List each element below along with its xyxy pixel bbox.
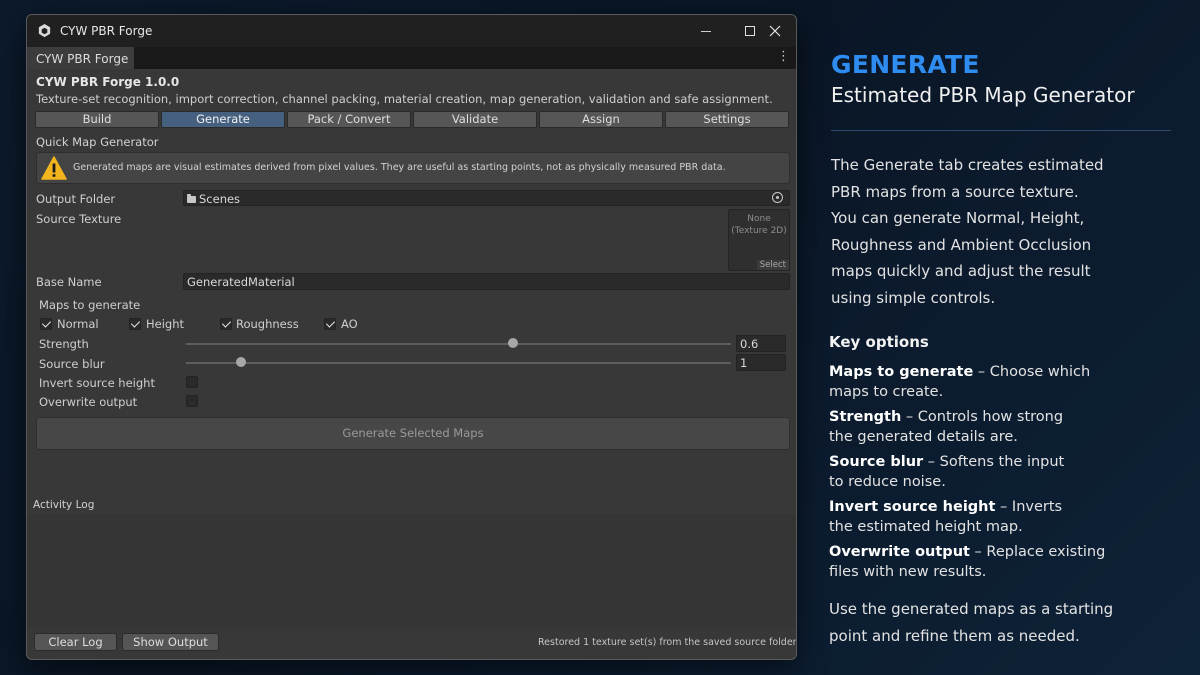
app-window: CYW PBR Forge CYW PBR Forge ⋮ CYW PBR Fo… xyxy=(26,14,797,660)
unity-logo-icon xyxy=(38,23,51,38)
option-desc-cont: maps to create. xyxy=(829,384,944,400)
option-name: Overwrite output xyxy=(829,544,970,560)
source-blur-slider[interactable] xyxy=(186,362,731,364)
source-texture-slot[interactable]: None (Texture 2D) Select xyxy=(728,209,790,271)
option-overwrite-output: Overwrite output – Replace existing file… xyxy=(829,542,1159,582)
overwrite-output-checkbox[interactable] xyxy=(186,395,198,407)
option-desc: – Controls how strong xyxy=(901,409,1064,425)
show-output-button[interactable]: Show Output xyxy=(122,633,219,651)
source-texture-label: Source Texture xyxy=(36,212,122,226)
base-name-label: Base Name xyxy=(36,275,102,289)
close-icon xyxy=(769,25,781,37)
panel-outro: Use the generated maps as a starting poi… xyxy=(829,596,1149,649)
invert-source-height-checkbox[interactable] xyxy=(186,376,198,388)
intro-line: PBR maps from a source texture. xyxy=(831,182,1079,201)
app-description: Texture-set recognition, import correcti… xyxy=(36,92,773,106)
tab-validate[interactable]: Validate xyxy=(413,111,537,128)
folder-icon xyxy=(187,194,196,203)
texture-none-label: None xyxy=(747,214,771,224)
output-folder-value: Scenes xyxy=(199,192,241,206)
source-blur-value-field[interactable]: 1 xyxy=(736,354,786,371)
ao-checkbox[interactable] xyxy=(324,318,336,330)
app-version-title: CYW PBR Forge 1.0.0 xyxy=(36,75,180,89)
outro-line: Use the generated maps as a starting xyxy=(829,600,1114,618)
option-desc-cont: files with new results. xyxy=(829,564,987,580)
option-desc: – Choose which xyxy=(973,364,1091,380)
panel-subheading: Estimated PBR Map Generator xyxy=(831,83,1135,107)
panel-intro: The Generate tab creates estimated PBR m… xyxy=(831,152,1151,311)
option-desc-cont: the estimated height map. xyxy=(829,519,1023,535)
option-maps-to-generate: Maps to generate – Choose which maps to … xyxy=(829,362,1159,402)
strength-slider[interactable] xyxy=(186,343,731,345)
intro-line: maps quickly and adjust the result xyxy=(831,262,1091,280)
editor-tab-strip: CYW PBR Forge ⋮ xyxy=(27,47,796,69)
option-desc: – Softens the input xyxy=(923,454,1065,470)
title-bar[interactable]: CYW PBR Forge xyxy=(27,15,796,47)
option-desc-cont: the generated details are. xyxy=(829,429,1018,445)
intro-line: The Generate tab creates estimated xyxy=(831,156,1104,174)
window-title: CYW PBR Forge xyxy=(60,24,153,38)
section-title: Quick Map Generator xyxy=(36,135,159,149)
intro-line: You can generate Normal, Height, xyxy=(831,209,1085,227)
option-invert-source-height: Invert source height – Inverts the estim… xyxy=(829,497,1159,537)
source-blur-label: Source blur xyxy=(39,357,105,371)
ao-label: AO xyxy=(341,317,358,331)
option-name: Maps to generate xyxy=(829,364,974,380)
tab-settings[interactable]: Settings xyxy=(665,111,789,128)
option-strength: Strength – Controls how strong the gener… xyxy=(829,407,1159,447)
output-folder-field[interactable]: Scenes xyxy=(183,190,790,206)
main-tabs: Build Generate Pack / Convert Validate A… xyxy=(35,111,789,128)
warning-box: Generated maps are visual estimates deri… xyxy=(36,152,790,184)
minimize-icon xyxy=(701,30,711,32)
normal-label: Normal xyxy=(57,317,99,331)
option-desc-cont: to reduce noise. xyxy=(829,474,946,490)
status-message: Restored 1 texture set(s) from the saved… xyxy=(538,637,797,648)
base-name-input[interactable]: GeneratedMaterial xyxy=(183,273,790,290)
option-name: Strength xyxy=(829,409,902,425)
editor-tab[interactable]: CYW PBR Forge xyxy=(27,47,134,69)
normal-checkbox[interactable] xyxy=(40,318,52,330)
close-button[interactable] xyxy=(752,15,796,47)
activity-log-title: Activity Log xyxy=(33,499,95,511)
tab-generate[interactable]: Generate xyxy=(161,111,285,128)
panel-heading: GENERATE xyxy=(831,50,980,79)
output-folder-label: Output Folder xyxy=(36,192,116,206)
option-desc: – Inverts xyxy=(995,499,1063,515)
roughness-checkbox[interactable] xyxy=(220,318,232,330)
warning-text: Generated maps are visual estimates deri… xyxy=(73,162,726,173)
outro-line: point and refine them as needed. xyxy=(829,626,1080,645)
strength-slider-handle[interactable] xyxy=(508,338,518,348)
source-blur-slider-handle[interactable] xyxy=(235,357,246,367)
height-label: Height xyxy=(146,317,185,331)
intro-line: Roughness and Ambient Occlusion xyxy=(831,235,1092,254)
texture-select-button[interactable]: Select xyxy=(756,260,789,270)
option-desc: – Replace existing xyxy=(969,544,1106,560)
overwrite-output-label: Overwrite output xyxy=(39,395,138,409)
maps-to-generate-label: Maps to generate xyxy=(39,298,141,312)
option-source-blur: Source blur – Softens the input to reduc… xyxy=(829,452,1159,492)
minimize-button[interactable] xyxy=(684,15,728,47)
generate-selected-maps-button[interactable]: Generate Selected Maps xyxy=(36,417,790,450)
tab-build[interactable]: Build xyxy=(35,111,159,128)
option-name: Invert source height xyxy=(829,499,996,515)
strength-label: Strength xyxy=(39,337,89,351)
strength-value-field[interactable]: 0.6 xyxy=(736,335,786,352)
activity-log-area[interactable] xyxy=(27,514,796,627)
warning-icon xyxy=(41,156,67,180)
panel-divider xyxy=(831,130,1171,131)
texture-none-text: None (Texture 2D) xyxy=(729,213,789,237)
texture-type-label: (Texture 2D) xyxy=(731,226,787,236)
key-options-title: Key options xyxy=(829,333,929,351)
more-options-icon[interactable]: ⋮ xyxy=(777,49,790,64)
roughness-label: Roughness xyxy=(236,317,299,331)
tab-assign[interactable]: Assign xyxy=(539,111,663,128)
tab-pack-convert[interactable]: Pack / Convert xyxy=(287,111,411,128)
height-checkbox[interactable] xyxy=(129,318,141,330)
intro-line: using simple controls. xyxy=(831,288,996,307)
clear-log-button[interactable]: Clear Log xyxy=(34,633,117,651)
object-picker-icon[interactable] xyxy=(772,192,783,203)
option-name: Source blur xyxy=(829,454,924,470)
invert-source-height-label: Invert source height xyxy=(39,376,155,390)
